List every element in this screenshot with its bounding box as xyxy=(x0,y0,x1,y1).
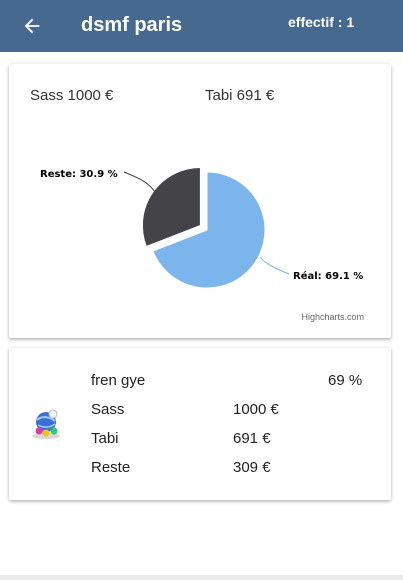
highcharts-credits[interactable]: Highcharts.com xyxy=(301,312,364,322)
reste-data-label: Reste: 30.9 % xyxy=(40,169,118,180)
detail-card: fren gye 69 % Sass 1000 € Tabi 691 € Res… xyxy=(9,348,391,500)
detail-row-value: 691 € xyxy=(233,430,271,447)
detail-name: fren gye xyxy=(91,372,146,389)
real-connector xyxy=(259,256,290,275)
back-arrow-icon[interactable] xyxy=(21,15,43,37)
detail-row-label: Tabi xyxy=(91,430,119,447)
reste-connector xyxy=(123,171,156,193)
real-data-label: Réal: 69.1 % xyxy=(293,270,363,282)
chart-card: Sass 1000 € Tabi 691 € Reste: 30.9 % Réa… xyxy=(9,64,391,338)
detail-percent: 69 % xyxy=(328,372,363,389)
app-bar: dsmf paris effectif : 1 xyxy=(0,0,403,52)
page-title: dsmf paris xyxy=(81,14,183,36)
reste-slice[interactable] xyxy=(141,166,201,248)
globe-app-icon xyxy=(32,409,60,439)
effectif-count: effectif : 1 xyxy=(288,14,355,30)
detail-row-value: 1000 € xyxy=(233,401,279,418)
detail-row-label: Reste xyxy=(91,459,131,476)
detail-row-value: 309 € xyxy=(233,459,271,476)
bottom-divider xyxy=(0,575,403,580)
pie-chart: Reste: 30.9 % Réal: 69.1 % Highcharts.co… xyxy=(40,166,364,322)
detail-row-label: Sass xyxy=(91,401,125,418)
